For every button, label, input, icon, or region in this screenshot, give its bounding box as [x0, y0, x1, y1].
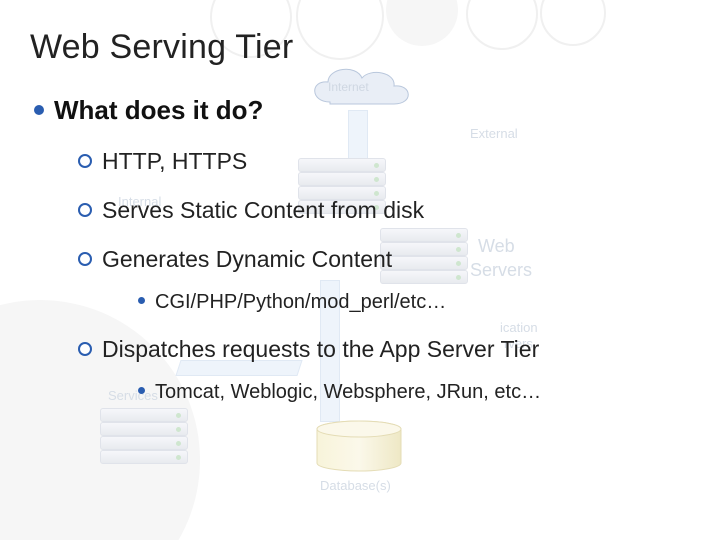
bullet-ring-icon [78, 252, 92, 266]
item-dynamic-content: Generates Dynamic Content [78, 246, 690, 273]
l3-b: Tomcat, Weblogic, Websphere, JRun, etc… [155, 381, 541, 403]
slide: Web Serving Tier What does it do? HTTP, … [0, 0, 720, 540]
item-http: HTTP, HTTPS [78, 148, 690, 175]
bullet-ring-icon [78, 203, 92, 217]
bullet-ring-icon [78, 154, 92, 168]
l1-text: What does it do? [54, 95, 263, 125]
slide-title: Web Serving Tier [30, 28, 690, 67]
l2-b: Serves Static Content from disk [102, 197, 424, 223]
l2-c: Generates Dynamic Content [102, 246, 392, 272]
bullet-ring-icon [78, 342, 92, 356]
item-static-content: Serves Static Content from disk [78, 197, 690, 224]
l2-a: HTTP, HTTPS [102, 148, 247, 174]
subitem-cgi: CGI/PHP/Python/mod_perl/etc… [138, 291, 690, 314]
bullet-small-dot-icon [138, 297, 145, 304]
bullet-dot-icon [34, 105, 44, 115]
l3-a: CGI/PHP/Python/mod_perl/etc… [155, 291, 446, 313]
item-dispatches: Dispatches requests to the App Server Ti… [78, 336, 690, 363]
heading-what-does-it-do: What does it do? [34, 95, 690, 126]
bullet-small-dot-icon [138, 387, 145, 394]
l2-d: Dispatches requests to the App Server Ti… [102, 336, 539, 362]
subitem-tomcat: Tomcat, Weblogic, Websphere, JRun, etc… [138, 381, 690, 404]
